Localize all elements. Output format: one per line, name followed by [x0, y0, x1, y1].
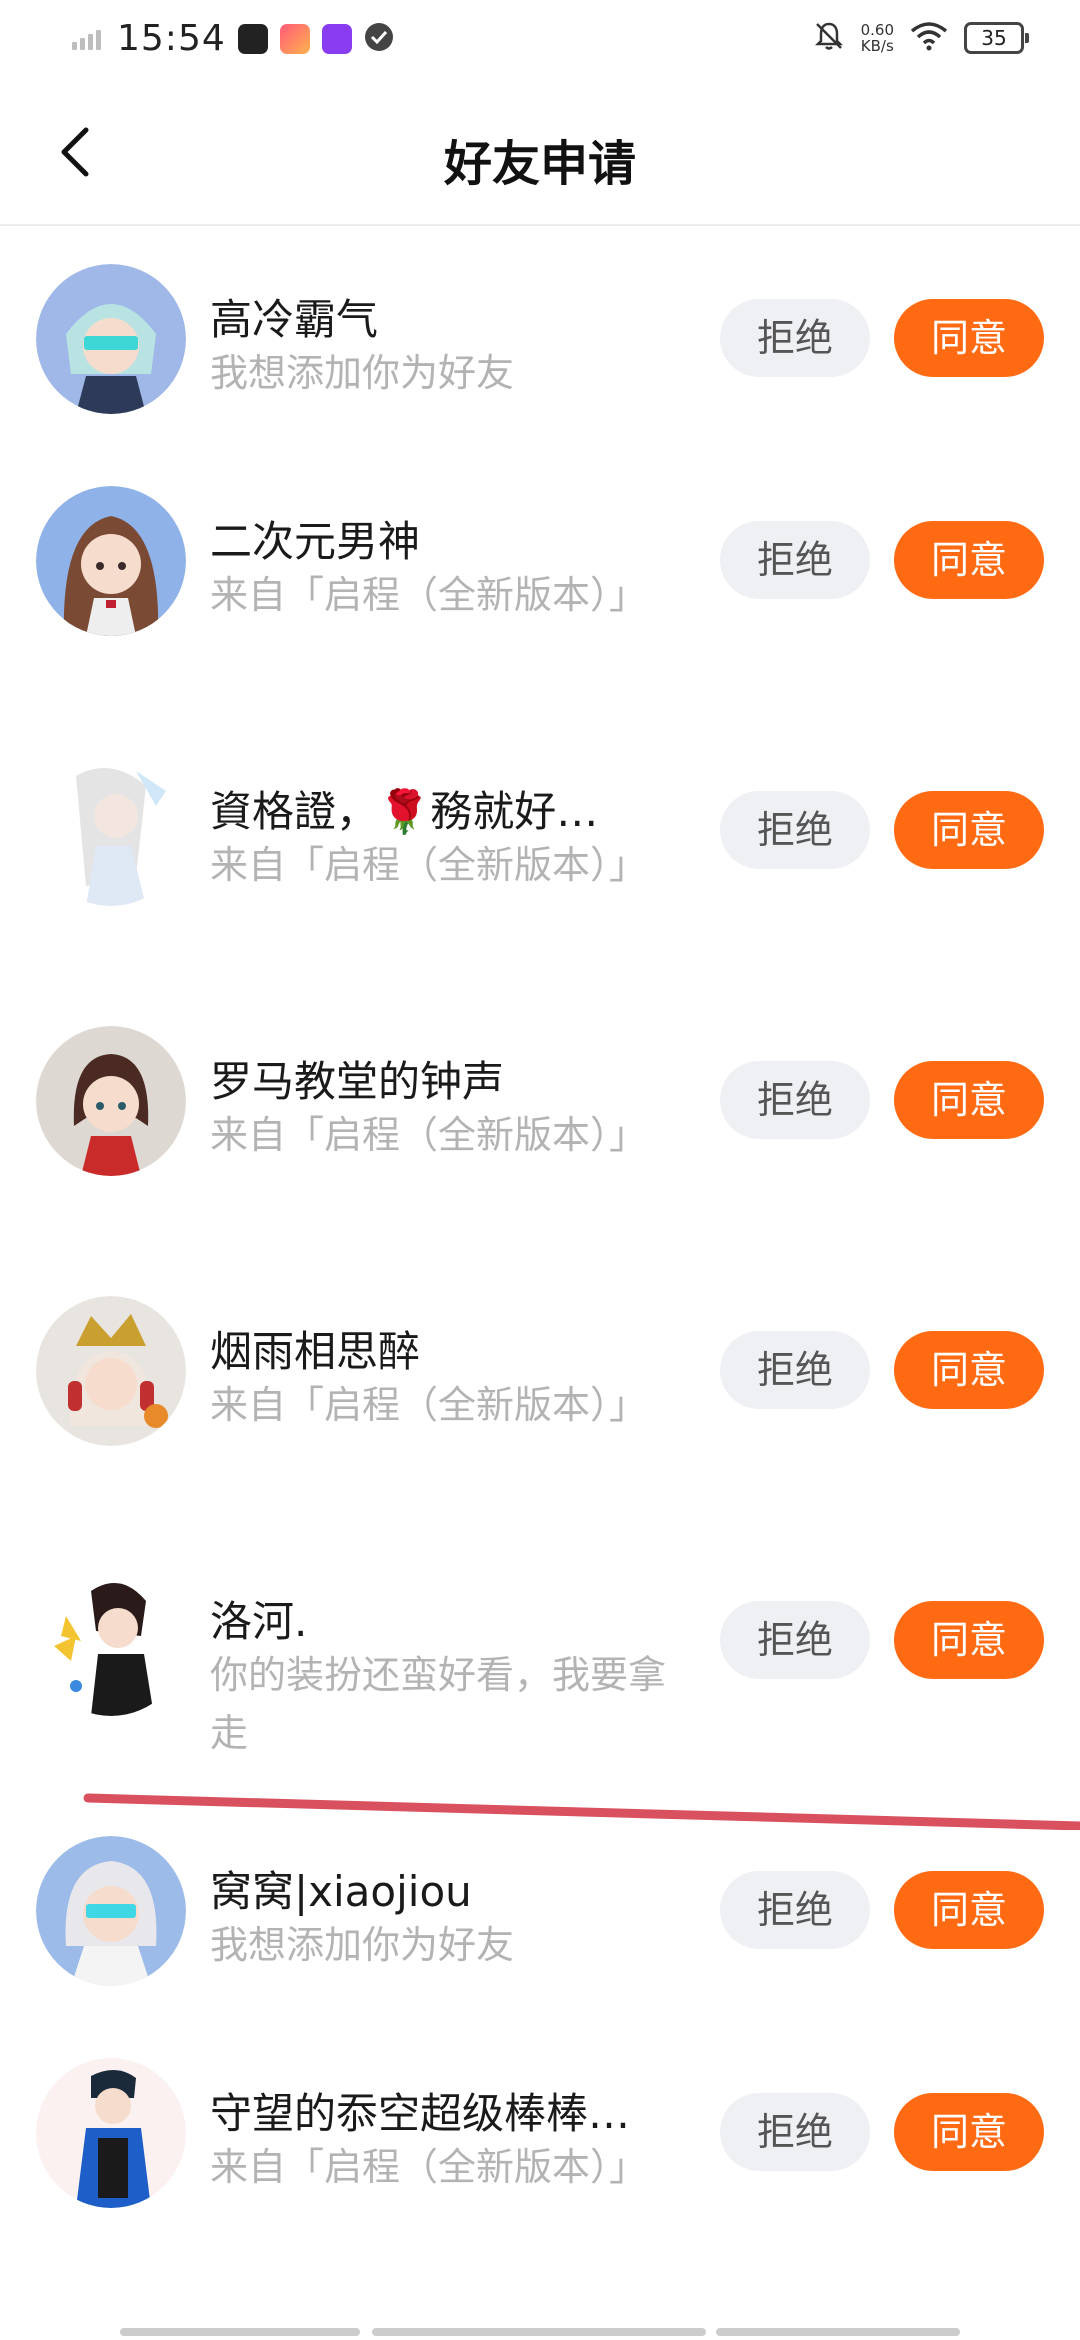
reject-button[interactable]: 拒绝 [720, 1331, 870, 1409]
status-right: 0.60 KB/s 35 [813, 20, 1029, 56]
request-name: 二次元男神 [210, 517, 421, 566]
reject-button[interactable]: 拒绝 [720, 1871, 870, 1949]
request-name: 守望的忝空超级棒棒… [210, 2089, 631, 2138]
reject-button[interactable]: 拒绝 [720, 299, 870, 377]
accept-button[interactable]: 同意 [894, 1601, 1044, 1679]
accept-button[interactable]: 同意 [894, 521, 1044, 599]
reject-button[interactable]: 拒绝 [720, 791, 870, 869]
request-message: 来自「启程（全新版本）」 [210, 1113, 648, 1157]
avatar[interactable] [36, 1026, 186, 1176]
request-name: 烟雨相思醉 [210, 1327, 421, 1376]
app-icon-3 [321, 23, 352, 54]
request-message: 来自「启程（全新版本）」 [210, 843, 648, 887]
accept-button[interactable]: 同意 [894, 791, 1044, 869]
annotation-line [83, 1793, 1080, 1830]
accept-button[interactable]: 同意 [894, 1061, 1044, 1139]
request-message: 你的装扮还蛮好看，我要拿走 [210, 1653, 667, 1755]
request-message: 来自「启程（全新版本）」 [210, 1383, 648, 1427]
request-name: 資格證，🌹務就好… [210, 787, 599, 836]
page-title: 好友申请 [443, 136, 636, 192]
home-indicator [120, 2328, 960, 2336]
signal-icon [72, 28, 101, 50]
reject-button[interactable]: 拒绝 [720, 521, 870, 599]
wifi-icon [910, 21, 948, 55]
check-circle-icon [364, 22, 394, 56]
net-speed-value: 0.60 [860, 21, 894, 39]
accept-button[interactable]: 同意 [894, 2093, 1044, 2171]
avatar[interactable] [36, 1296, 186, 1446]
request-message: 我想添加你为好友 [210, 1923, 515, 1967]
avatar[interactable] [36, 486, 186, 636]
reject-button[interactable]: 拒绝 [720, 1061, 870, 1139]
status-time: 15:54 [117, 18, 226, 59]
app-icon-1 [237, 23, 268, 54]
header: 好友申请 [0, 84, 1080, 226]
reject-button[interactable]: 拒绝 [720, 1601, 870, 1679]
battery-icon: 35 [964, 22, 1029, 54]
accept-button[interactable]: 同意 [894, 1871, 1044, 1949]
status-bar: 15:54 0.60 KB/s 35 [0, 0, 1080, 84]
request-message: 我想添加你为好友 [210, 351, 515, 395]
avatar[interactable] [36, 2058, 186, 2208]
reject-button[interactable]: 拒绝 [720, 2093, 870, 2171]
request-name: 罗马教堂的钟声 [210, 1057, 505, 1106]
request-name: 高冷霸气 [210, 295, 379, 344]
avatar[interactable] [36, 1836, 186, 1986]
request-message: 来自「启程（全新版本）」 [210, 573, 648, 617]
accept-button[interactable]: 同意 [894, 299, 1044, 377]
request-message: 来自「启程（全新版本）」 [210, 2145, 648, 2189]
net-speed-unit: KB/s [860, 37, 894, 55]
avatar[interactable] [36, 264, 186, 414]
app-icon-2 [279, 23, 310, 54]
accept-button[interactable]: 同意 [894, 1331, 1044, 1409]
avatar[interactable] [36, 1566, 186, 1716]
status-left: 15:54 [72, 18, 394, 59]
net-speed: 0.60 KB/s [861, 22, 894, 54]
request-name: 洛河. [210, 1597, 308, 1646]
request-name: 窝窝|xiaojiou [210, 1867, 472, 1916]
avatar[interactable] [36, 756, 186, 906]
mute-bell-icon [813, 20, 845, 56]
